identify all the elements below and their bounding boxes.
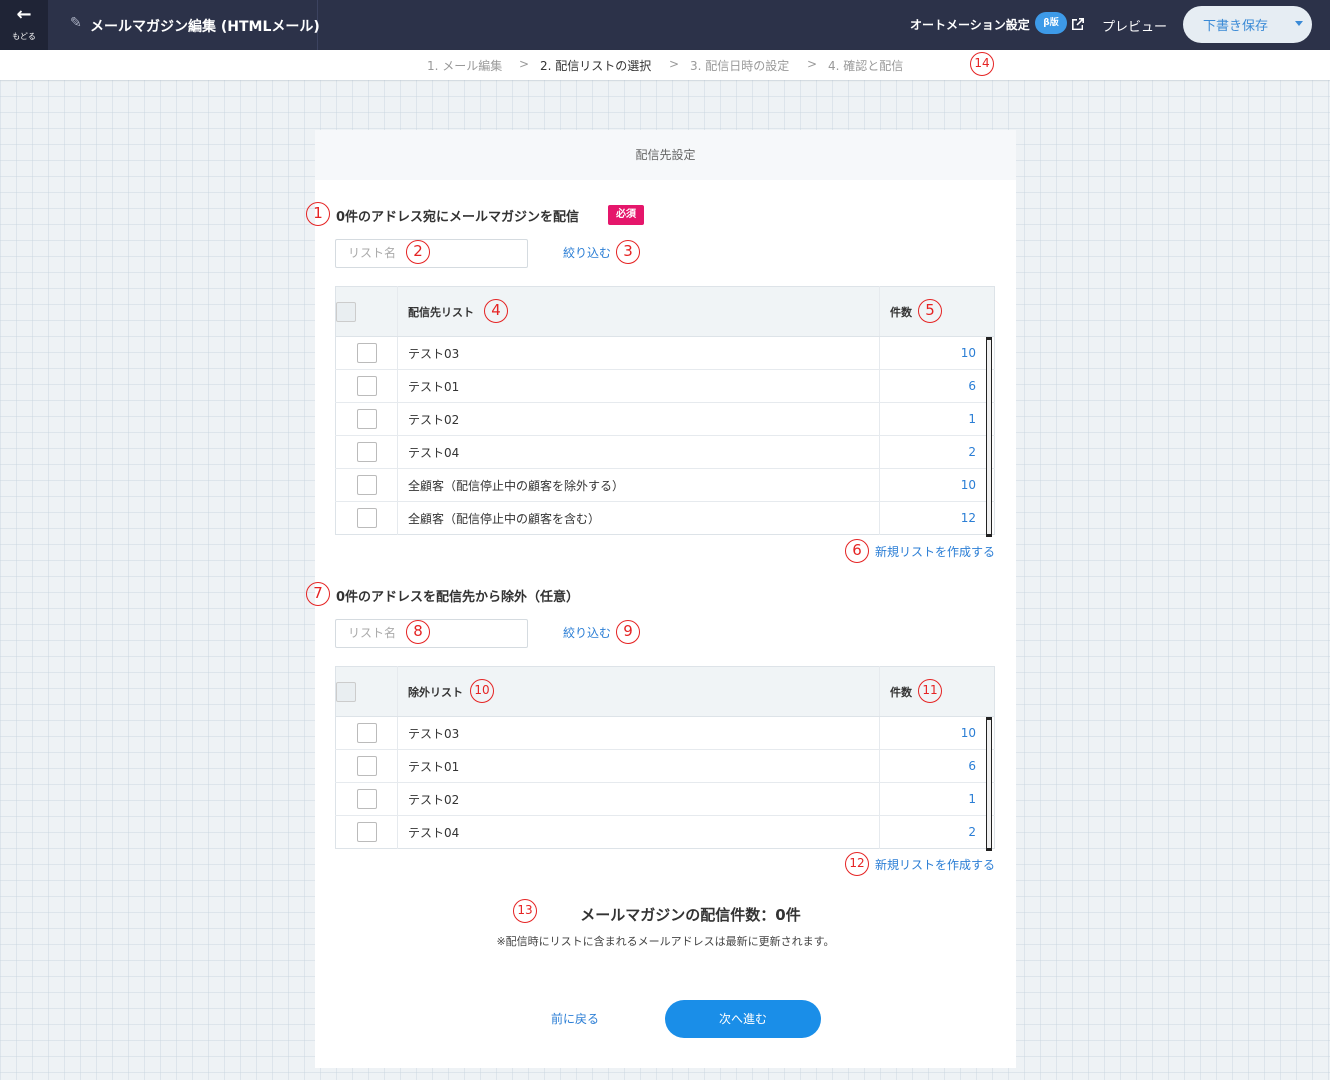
- callout-marker: 5: [918, 299, 942, 323]
- automation-settings-link[interactable]: オートメーション設定: [910, 16, 1030, 33]
- row-checkbox[interactable]: [356, 723, 377, 743]
- table-row[interactable]: テスト02 1: [335, 402, 995, 436]
- page-title: メールマガジン編集 (HTMLメール): [90, 19, 320, 35]
- step-separator: >: [669, 57, 680, 71]
- step-separator: >: [519, 57, 530, 71]
- create-new-exclude-list-link[interactable]: 新規リストを作成する: [875, 856, 995, 873]
- step-2: 2. 配信リストの選択: [540, 59, 652, 73]
- table-row[interactable]: テスト01 6: [335, 369, 995, 403]
- table-row[interactable]: テスト01 6: [335, 749, 995, 783]
- row-checkbox[interactable]: [356, 475, 377, 495]
- count-link[interactable]: 2: [880, 816, 995, 849]
- callout-marker: 7: [306, 582, 330, 606]
- delivery-list-table: 配信先リスト 件数 テスト03 10 テスト01 6 テスト02 1 テスト04 2 全…: [335, 286, 995, 535]
- preview-button[interactable]: プレビュー: [1102, 16, 1167, 35]
- callout-marker: 2: [406, 240, 430, 264]
- next-button[interactable]: 次へ進む: [665, 1000, 821, 1038]
- exclude-section-title: 0件のアドレスを配信先から除外（任意）: [336, 590, 580, 605]
- create-new-list-link[interactable]: 新規リストを作成する: [875, 543, 995, 560]
- row-checkbox[interactable]: [356, 789, 377, 809]
- delivery-settings-card: 配信先設定 1 0件のアドレス宛にメールマガジンを配信 必須 リスト名 2 絞り…: [306, 130, 1016, 1068]
- callout-marker: 6: [845, 539, 869, 563]
- row-checkbox[interactable]: [356, 376, 377, 396]
- save-draft-button[interactable]: 下書き保存: [1183, 6, 1312, 43]
- step-indicator: 1. メール編集 > 2. 配信リストの選択 > 3. 配信日時の設定 > 4.…: [0, 50, 1330, 80]
- row-checkbox[interactable]: [356, 822, 377, 842]
- title-area: ✎ メールマガジン編集 (HTMLメール): [48, 0, 320, 50]
- row-checkbox[interactable]: [356, 343, 377, 363]
- table-row[interactable]: テスト02 1: [335, 782, 995, 816]
- list-name-cell: テスト02: [397, 402, 880, 436]
- exclude-list-table: 除外リスト 件数 テスト03 10 テスト01 6 テスト02 1 テスト04 2: [335, 666, 995, 849]
- pencil-icon: ✎: [70, 15, 82, 31]
- count-link[interactable]: 6: [879, 369, 995, 403]
- list-name-cell: テスト01: [397, 369, 880, 403]
- table-row[interactable]: テスト03 10: [335, 336, 995, 370]
- update-note: ※配信時にリストに含まれるメールアドレスは最新に更新されます。: [496, 935, 835, 948]
- back-arrow-icon: ←: [16, 4, 32, 25]
- back-link[interactable]: 前に戻る: [551, 1010, 599, 1027]
- table-row[interactable]: テスト04 2: [335, 435, 995, 469]
- row-checkbox[interactable]: [356, 442, 377, 462]
- list-name-cell: テスト01: [397, 749, 880, 783]
- delivery-total: メールマガジンの配信件数：0件: [580, 906, 801, 924]
- list-name-search-input[interactable]: リスト名: [335, 239, 528, 268]
- callout-marker: 11: [918, 679, 942, 703]
- row-checkbox[interactable]: [356, 756, 377, 776]
- list-name-cell: テスト03: [397, 716, 880, 750]
- back-button[interactable]: ← もどる: [0, 0, 48, 50]
- callout-marker: 3: [616, 240, 640, 264]
- count-link[interactable]: 1: [879, 782, 995, 816]
- select-all-cell: [335, 666, 398, 717]
- callout-marker: 4: [484, 299, 508, 323]
- select-all-checkbox[interactable]: [336, 301, 356, 322]
- save-draft-label: 下書き保存: [1203, 19, 1269, 34]
- list-name-cell: 全顧客（配信停止中の顧客を含む）: [397, 501, 880, 535]
- table-scrollbar[interactable]: [986, 717, 992, 851]
- callout-marker: 10: [470, 679, 494, 703]
- callout-marker: 12: [845, 852, 869, 876]
- table-row[interactable]: テスト03 10: [335, 716, 995, 750]
- table-row[interactable]: 全顧客（配信停止中の顧客を除外する） 10: [335, 468, 995, 502]
- select-all-checkbox[interactable]: [336, 681, 356, 702]
- callout-marker: 8: [406, 620, 430, 644]
- back-label: もどる: [12, 32, 36, 41]
- table-row[interactable]: 全顧客（配信停止中の顧客を含む） 12: [335, 501, 995, 535]
- external-link-icon[interactable]: [1070, 16, 1086, 32]
- list-name-cell: テスト03: [397, 336, 880, 370]
- callout-marker: 14: [970, 52, 994, 76]
- count-link[interactable]: 1: [879, 402, 995, 436]
- callout-marker: 1: [306, 202, 330, 226]
- count-link[interactable]: 10: [879, 716, 995, 750]
- step-4: 4. 確認と配信: [828, 59, 904, 73]
- filter-link[interactable]: 絞り込む: [563, 244, 611, 261]
- column-header-list: 配信先リスト: [397, 286, 880, 337]
- step-3: 3. 配信日時の設定: [690, 59, 790, 73]
- step-1: 1. メール編集: [427, 59, 503, 73]
- step-separator: >: [807, 57, 818, 71]
- callout-marker: 9: [616, 620, 640, 644]
- count-link[interactable]: 6: [879, 749, 995, 783]
- row-checkbox[interactable]: [356, 409, 377, 429]
- card-header: 配信先設定: [315, 130, 1016, 180]
- table-row[interactable]: テスト04 2: [335, 815, 995, 849]
- caret-down-icon[interactable]: [1295, 21, 1303, 26]
- beta-badge: β版: [1035, 12, 1067, 34]
- required-badge: 必須: [608, 205, 644, 225]
- exclude-list-name-search-input[interactable]: リスト名: [335, 619, 528, 648]
- list-name-cell: テスト04: [397, 815, 880, 849]
- list-name-cell: テスト04: [397, 435, 880, 469]
- count-link[interactable]: 2: [879, 435, 995, 469]
- list-name-cell: テスト02: [397, 782, 880, 816]
- count-link[interactable]: 10: [879, 468, 995, 502]
- table-scrollbar[interactable]: [986, 337, 992, 537]
- select-all-cell: [335, 286, 398, 337]
- count-link[interactable]: 12: [880, 502, 995, 535]
- send-section-title: 0件のアドレス宛にメールマガジンを配信: [336, 210, 580, 225]
- list-name-cell: 全顧客（配信停止中の顧客を除外する）: [397, 468, 880, 502]
- top-bar: ← もどる ✎ メールマガジン編集 (HTMLメール) オートメーション設定 β…: [0, 0, 1330, 50]
- exclude-filter-link[interactable]: 絞り込む: [563, 624, 611, 641]
- count-link[interactable]: 10: [879, 336, 995, 370]
- row-checkbox[interactable]: [356, 508, 377, 528]
